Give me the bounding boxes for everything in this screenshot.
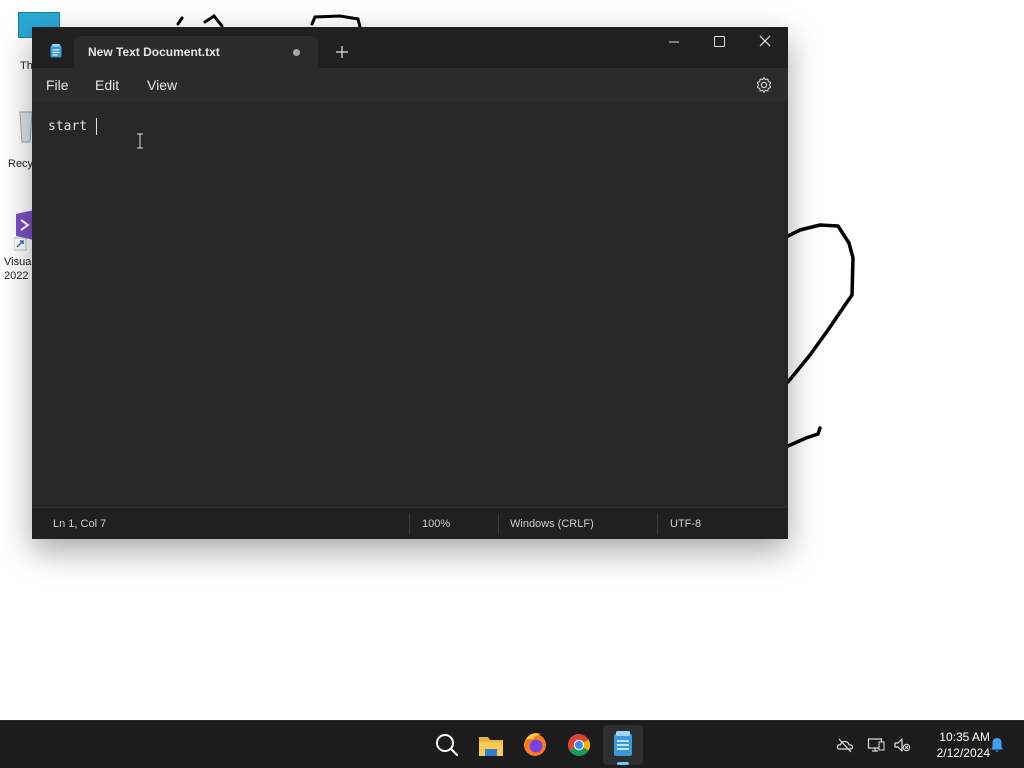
- notification-bell-icon[interactable]: [988, 736, 1006, 754]
- tab-title: New Text Document.txt: [88, 45, 220, 59]
- ibeam-cursor-icon: [137, 133, 143, 149]
- maximize-icon: [714, 36, 725, 47]
- plus-icon: [336, 46, 348, 58]
- taskbar-firefox-button[interactable]: [515, 725, 555, 765]
- taskbar-notepad-button[interactable]: [603, 725, 643, 765]
- notepad-icon: [50, 44, 62, 58]
- document-tab[interactable]: New Text Document.txt: [74, 36, 318, 68]
- onedrive-offline-icon[interactable]: [836, 736, 854, 754]
- status-bar: Ln 1, Col 7 100% Windows (CRLF) UTF-8: [32, 507, 788, 539]
- taskbar-chrome-button[interactable]: [559, 725, 599, 765]
- taskbar-search-button[interactable]: [427, 725, 467, 765]
- notepad-icon: [614, 731, 632, 756]
- menu-view[interactable]: View: [147, 77, 177, 93]
- menu-edit[interactable]: Edit: [95, 77, 119, 93]
- minimize-button[interactable]: [651, 27, 697, 57]
- volume-muted-icon[interactable]: [893, 736, 911, 754]
- close-icon: [759, 35, 771, 47]
- active-app-indicator: [617, 762, 629, 765]
- status-zoom[interactable]: 100%: [422, 518, 450, 530]
- close-button[interactable]: [742, 27, 788, 57]
- status-divider: [657, 514, 658, 534]
- text-caret: [96, 118, 97, 135]
- settings-gear-icon[interactable]: [755, 76, 773, 94]
- notepad-window: New Text Document.txt File Edit View sta…: [32, 27, 788, 539]
- minimize-icon: [669, 41, 679, 43]
- chrome-icon: [568, 734, 590, 756]
- status-line-endings[interactable]: Windows (CRLF): [510, 518, 594, 530]
- taskbar-file-explorer-button[interactable]: [471, 725, 511, 765]
- clock-date: 2/12/2024: [936, 746, 990, 760]
- title-bar[interactable]: New Text Document.txt: [32, 27, 788, 68]
- search-icon: [436, 734, 459, 757]
- status-cursor-position: Ln 1, Col 7: [53, 518, 107, 530]
- status-divider: [409, 514, 410, 534]
- clock-time: 10:35 AM: [939, 730, 990, 744]
- editor-content[interactable]: start: [48, 119, 95, 134]
- taskbar: 10:35 AM 2/12/2024: [0, 720, 1024, 768]
- network-icon[interactable]: [867, 736, 885, 754]
- maximize-button[interactable]: [696, 27, 742, 57]
- menu-bar: File Edit View: [32, 68, 788, 102]
- menu-file[interactable]: File: [46, 77, 69, 93]
- new-tab-button[interactable]: [330, 40, 354, 64]
- firefox-icon: [524, 733, 546, 756]
- unsaved-indicator-icon[interactable]: [293, 49, 300, 56]
- file-explorer-icon: [479, 737, 503, 756]
- status-divider: [498, 514, 499, 534]
- text-editor[interactable]: start: [32, 102, 788, 507]
- status-encoding[interactable]: UTF-8: [670, 518, 701, 530]
- taskbar-clock[interactable]: 10:35 AM 2/12/2024: [918, 729, 990, 761]
